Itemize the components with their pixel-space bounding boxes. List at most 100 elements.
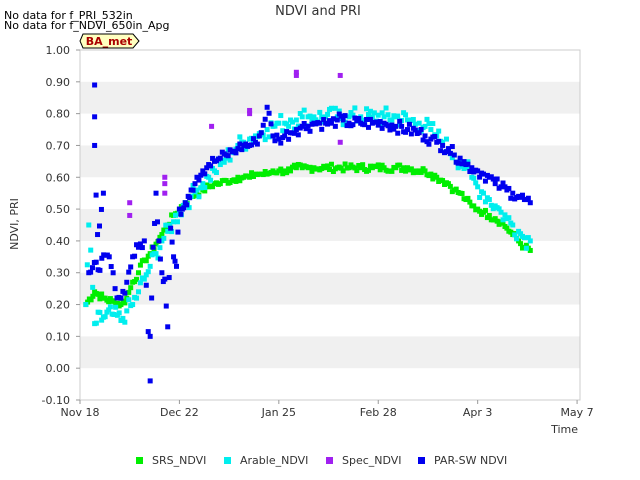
mark-par-sw-ndvi [171, 254, 177, 260]
mark-par-sw-ndvi [356, 116, 362, 122]
legend-swatch [224, 457, 231, 464]
mark-arable-ndvi [317, 109, 323, 115]
y-tick-label: 0.80 [46, 108, 71, 121]
mark-par-sw-ndvi [147, 378, 153, 384]
mark-srs-ndvi [135, 270, 141, 276]
mark-par-sw-ndvi [165, 324, 171, 330]
legend-swatch [418, 457, 425, 464]
mark-arable-ndvi [90, 284, 96, 290]
mark-par-sw-ndvi [332, 123, 338, 129]
y-tick-label: 0.50 [46, 203, 71, 216]
y-tick-label: 0.60 [46, 171, 71, 184]
legend-label: SRS_NDVI [152, 454, 206, 467]
mark-arable-ndvi [293, 117, 299, 123]
legend-label: Spec_NDVI [342, 454, 402, 467]
mark-arable-ndvi [88, 247, 94, 253]
mark-par-sw-ndvi [147, 333, 153, 339]
mark-arable-ndvi [153, 251, 159, 257]
mark-par-sw-ndvi [141, 238, 147, 244]
mark-par-sw-ndvi [184, 202, 190, 208]
mark-par-sw-ndvi [217, 155, 223, 161]
grid-band [80, 272, 580, 305]
x-tick-label: Jan 25 [261, 406, 296, 419]
mark-par-sw-ndvi [266, 110, 272, 116]
mark-arable-ndvi [116, 310, 122, 316]
mark-par-sw-ndvi [168, 225, 174, 231]
mark-arable-ndvi [174, 219, 180, 225]
mark-arable-ndvi [527, 238, 533, 244]
mark-par-sw-ndvi [286, 136, 292, 142]
mark-arable-ndvi [486, 197, 492, 203]
mark-par-sw-ndvi [122, 290, 128, 296]
mark-par-sw-ndvi [154, 219, 160, 225]
mark-arable-ndvi [385, 112, 391, 118]
y-tick-label: 0.90 [46, 76, 71, 89]
mark-spec-ndvi [337, 72, 343, 78]
mark-par-sw-ndvi [139, 245, 145, 251]
mark-par-sw-ndvi [278, 140, 284, 146]
mark-par-sw-ndvi [426, 141, 432, 147]
badge-text: BA_met [86, 35, 133, 48]
mark-arable-ndvi [145, 269, 151, 275]
mark-arable-ndvi [157, 245, 163, 251]
mark-arable-ndvi [299, 114, 305, 120]
mark-arable-ndvi [196, 194, 202, 200]
mark-par-sw-ndvi [92, 142, 98, 148]
mark-arable-ndvi [227, 157, 233, 163]
mark-arable-ndvi [213, 170, 219, 176]
mark-arable-ndvi [124, 308, 130, 314]
mark-par-sw-ndvi [262, 116, 268, 122]
mark-par-sw-ndvi [340, 117, 346, 123]
mark-par-sw-ndvi [98, 206, 104, 212]
mark-par-sw-ndvi [527, 200, 533, 206]
mark-srs-ndvi [459, 190, 465, 196]
mark-arable-ndvi [107, 304, 113, 310]
chart-svg: -0.100.000.100.200.300.400.500.600.700.8… [8, 4, 594, 467]
mark-par-sw-ndvi [162, 276, 168, 282]
mark-arable-ndvi [135, 289, 141, 295]
mark-spec-ndvi [162, 174, 168, 180]
x-tick-label: May 7 [560, 406, 593, 419]
mark-par-sw-ndvi [169, 239, 175, 245]
mark-arable-ndvi [506, 215, 512, 221]
y-tick-label: 0.10 [46, 330, 71, 343]
legend-swatch [136, 457, 143, 464]
mark-arable-ndvi [352, 105, 358, 111]
mark-par-sw-ndvi [268, 121, 274, 127]
mark-par-sw-ndvi [202, 171, 208, 177]
mark-par-sw-ndvi [93, 192, 99, 198]
mark-par-sw-ndvi [342, 113, 348, 119]
mark-par-sw-ndvi [150, 244, 156, 250]
mark-par-sw-ndvi [510, 190, 516, 196]
mark-par-sw-ndvi [178, 211, 184, 217]
mark-par-sw-ndvi [494, 176, 500, 182]
y-tick-label: 0.70 [46, 139, 71, 152]
mark-arable-ndvi [403, 112, 409, 118]
mark-arable-ndvi [510, 222, 516, 228]
mark-arable-ndvi [97, 309, 103, 315]
mark-arable-ndvi [395, 113, 401, 119]
mark-par-sw-ndvi [153, 190, 159, 196]
mark-par-sw-ndvi [92, 114, 98, 120]
mark-par-sw-ndvi [525, 195, 531, 201]
mark-par-sw-ndvi [175, 229, 181, 235]
mark-arable-ndvi [410, 116, 416, 122]
mark-par-sw-ndvi [132, 253, 138, 259]
mark-par-sw-ndvi [393, 123, 399, 129]
mark-arable-ndvi [436, 128, 442, 134]
mark-par-sw-ndvi [88, 269, 94, 275]
mark-par-sw-ndvi [173, 263, 179, 269]
mark-par-sw-ndvi [108, 264, 114, 270]
mark-arable-ndvi [161, 235, 167, 241]
mark-par-sw-ndvi [492, 181, 498, 187]
mark-srs-ndvi [486, 212, 492, 218]
mark-spec-ndvi [162, 181, 168, 187]
mark-arable-ndvi [475, 184, 481, 190]
mark-par-sw-ndvi [422, 133, 428, 139]
mark-arable-ndvi [147, 263, 153, 269]
legend-label: Arable_NDVI [240, 454, 308, 467]
mark-arable-ndvi [443, 136, 449, 142]
mark-par-sw-ndvi [295, 132, 301, 138]
mark-par-sw-ndvi [307, 128, 313, 134]
mark-arable-ndvi [278, 113, 284, 119]
